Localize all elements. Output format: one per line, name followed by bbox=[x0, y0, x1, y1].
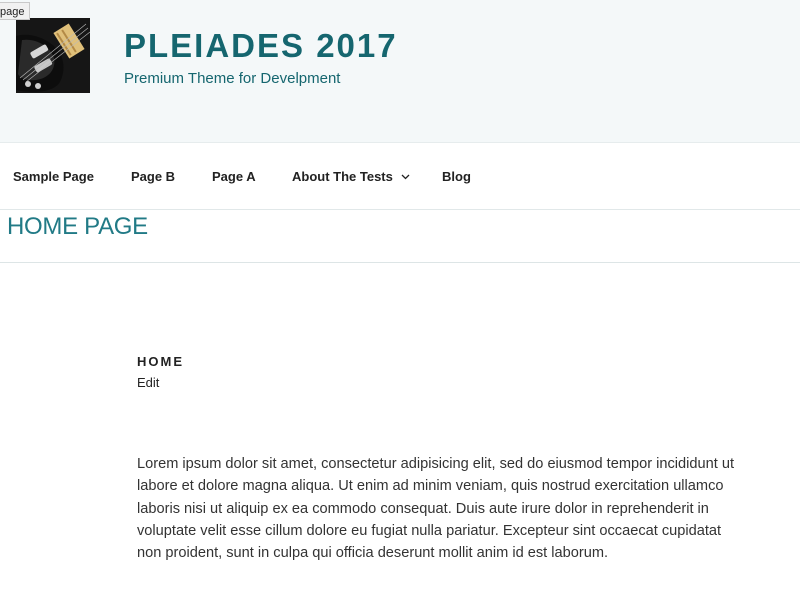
site-tagline: Premium Theme for Develpment bbox=[124, 70, 341, 87]
page: page PLEIADES 2017 Premium Theme for Dev… bbox=[0, 0, 800, 600]
nav-item-label: Blog bbox=[442, 169, 471, 184]
entry-content: Lorem ipsum dolor sit amet, consectetur … bbox=[137, 456, 735, 562]
nav-item-sample-page[interactable]: Sample Page bbox=[13, 143, 94, 209]
entry-title: HOME bbox=[137, 354, 184, 369]
site-header: PLEIADES 2017 Premium Theme for Develpme… bbox=[0, 0, 800, 143]
heading-divider bbox=[0, 262, 800, 263]
nav-item-page-a[interactable]: Page A bbox=[212, 143, 256, 209]
site-title[interactable]: PLEIADES 2017 bbox=[124, 26, 398, 66]
edit-link[interactable]: Edit bbox=[137, 375, 159, 391]
main-navigation: Sample Page Page B Page A About The Test… bbox=[0, 143, 800, 210]
skip-link-label: page bbox=[0, 6, 25, 18]
nav-item-page-b[interactable]: Page B bbox=[131, 143, 175, 209]
guitar-photo-icon bbox=[16, 18, 90, 93]
nav-item-label: Page B bbox=[131, 169, 176, 184]
page-heading: HOME PAGE bbox=[7, 213, 148, 240]
nav-item-label: About The Tests bbox=[292, 169, 393, 184]
chevron-down-icon bbox=[401, 142, 410, 210]
site-logo[interactable] bbox=[16, 18, 90, 93]
nav-item-about-the-tests[interactable]: About The Tests bbox=[292, 143, 410, 209]
skip-to-content-link[interactable]: page bbox=[0, 2, 30, 20]
nav-item-label: Sample Page bbox=[13, 169, 94, 184]
nav-item-label: Page A bbox=[212, 169, 256, 184]
nav-item-blog[interactable]: Blog bbox=[442, 143, 471, 209]
